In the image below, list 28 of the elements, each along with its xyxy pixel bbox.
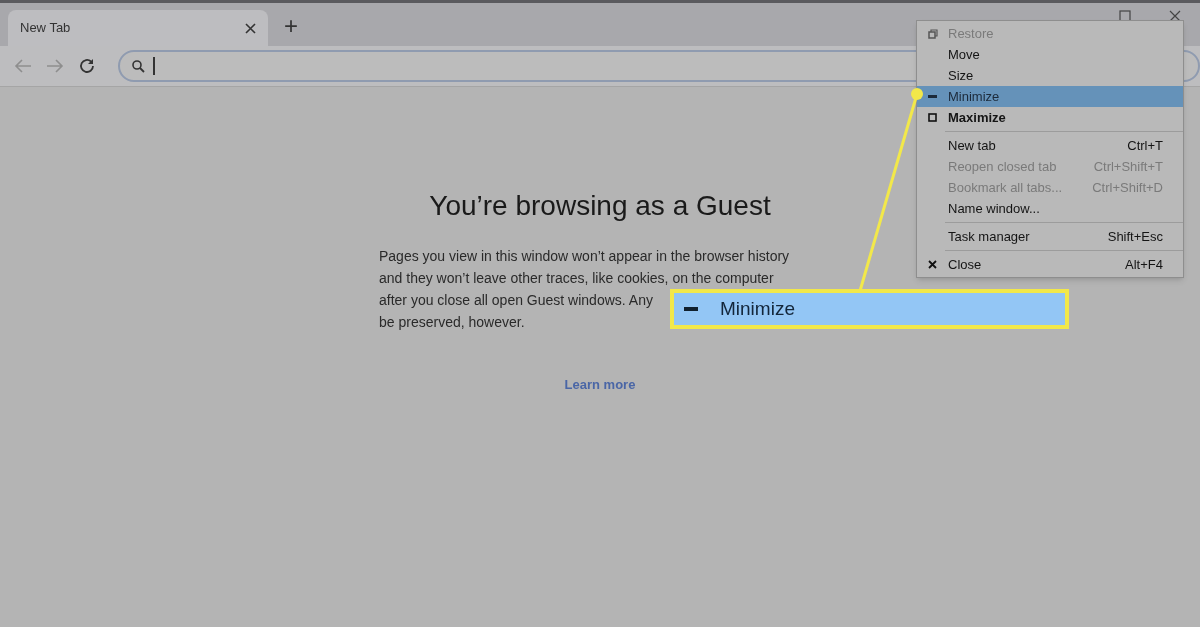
- minimize-icon: [928, 95, 937, 98]
- close-icon[interactable]: [245, 22, 256, 34]
- menu-item[interactable]: Task manager Shift+Esc: [917, 226, 1183, 247]
- menu-item[interactable]: Size: [917, 65, 1183, 86]
- page-heading: You’re browsing as a Guest: [429, 189, 771, 223]
- paragraph-line: Pages you view in this window won’t appear in the browser history: [379, 247, 790, 266]
- maximize-icon: [928, 113, 937, 122]
- back-arrow-icon[interactable]: [14, 58, 32, 74]
- menu-item[interactable]: Name window...: [917, 198, 1183, 219]
- callout-label: Minimize: [720, 296, 795, 321]
- search-icon: [132, 59, 145, 73]
- menu-item[interactable]: Minimize: [917, 86, 1183, 107]
- menu-item[interactable]: Move: [917, 44, 1183, 65]
- close-icon[interactable]: [1169, 10, 1181, 22]
- close-icon: [928, 260, 937, 269]
- paragraph-line: and they won’t leave other traces, like cookies, on the computer: [379, 269, 774, 288]
- browser-tab[interactable]: New Tab: [8, 10, 268, 46]
- paragraph-line: be preserved, however.: [379, 313, 525, 332]
- maximize-icon[interactable]: [1119, 10, 1131, 22]
- restore-icon: [927, 28, 938, 39]
- minimize-icon: [684, 307, 698, 311]
- new-tab-button[interactable]: +: [280, 14, 302, 38]
- menu-item[interactable]: New tab Ctrl+T: [917, 135, 1183, 156]
- forward-arrow-icon[interactable]: [46, 58, 64, 74]
- reload-icon[interactable]: [78, 57, 96, 75]
- menu-item[interactable]: Close Alt+F4: [917, 254, 1183, 275]
- menu-item[interactable]: Maximize: [917, 107, 1183, 128]
- paragraph-line: after you close all open Guest windows. Any: [379, 291, 653, 310]
